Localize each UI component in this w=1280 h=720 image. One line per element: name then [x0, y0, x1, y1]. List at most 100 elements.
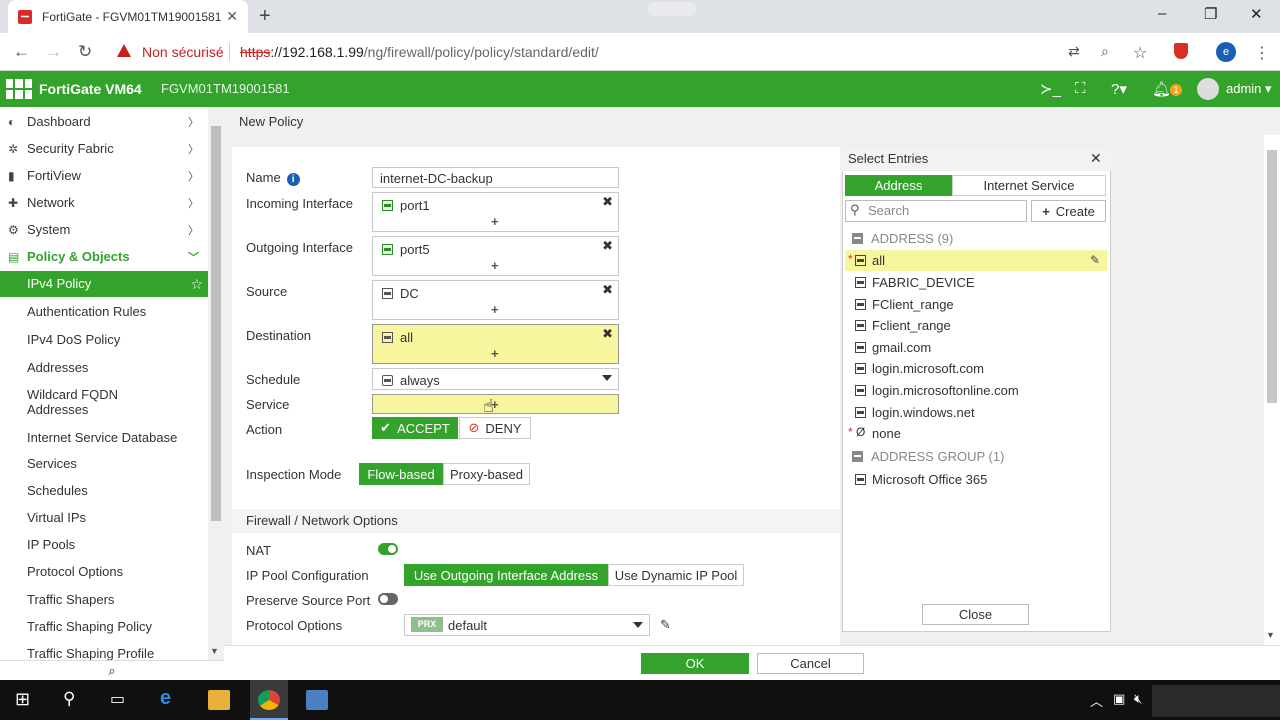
- sidebar-sub-addresses[interactable]: Addresses: [0, 360, 208, 375]
- add-entry-icon[interactable]: +: [491, 214, 499, 229]
- windows-start-icon[interactable]: ⊞: [15, 689, 30, 710]
- sidebar-sub-ipv4-policy[interactable]: IPv4 Policy ☆: [0, 271, 208, 297]
- user-avatar[interactable]: [1197, 78, 1219, 100]
- sidebar-sub-authentication-rules[interactable]: Authentication Rules: [0, 304, 208, 319]
- search-input[interactable]: Search: [845, 200, 1027, 222]
- tab-close-icon[interactable]: ✕: [226, 8, 238, 25]
- task-view-icon[interactable]: ▭: [110, 689, 125, 709]
- list-item[interactable]: login.microsoftonline.com: [845, 380, 1107, 401]
- zoom-icon[interactable]: ⌕: [1101, 43, 1109, 60]
- cancel-button[interactable]: Cancel: [757, 653, 864, 674]
- address-section-header[interactable]: ADDRESS (9): [845, 228, 1107, 249]
- admin-user-menu[interactable]: admin ▾: [1226, 81, 1272, 97]
- service-field[interactable]: +: [372, 394, 619, 414]
- sidebar-item-security-fabric[interactable]: ✲ Security Fabric 〉: [0, 135, 208, 162]
- new-tab-button[interactable]: +: [259, 5, 271, 28]
- list-item[interactable]: Microsoft Office 365: [845, 469, 1107, 490]
- browser-tab[interactable]: FortiGate - FGVM01TM19001581 ✕: [8, 0, 248, 33]
- sidebar-sub-ip-pools[interactable]: IP Pools: [0, 537, 208, 552]
- sidebar-sub-services[interactable]: Services: [0, 456, 208, 471]
- sidebar-sub-ipv4-dos-policy[interactable]: IPv4 DoS Policy: [0, 332, 208, 347]
- destination-field[interactable]: all ✖ +: [372, 324, 619, 364]
- address-group-section-header[interactable]: ADDRESS GROUP (1): [845, 446, 1107, 467]
- url-field[interactable]: https://192.168.1.99/ng/firewall/policy/…: [240, 44, 599, 60]
- sidebar-sub-traffic-shapers[interactable]: Traffic Shapers: [0, 592, 208, 607]
- translate-icon[interactable]: ⇄: [1068, 43, 1080, 60]
- help-icon[interactable]: ?▾: [1111, 80, 1127, 98]
- bookmark-star-icon[interactable]: ☆: [1133, 43, 1147, 63]
- source-field[interactable]: DC ✖ +: [372, 280, 619, 320]
- schedule-select[interactable]: always: [372, 368, 619, 390]
- sidebar-sub-traffic-shaping-policy[interactable]: Traffic Shaping Policy: [0, 619, 208, 634]
- ok-button[interactable]: OK: [641, 653, 749, 674]
- list-item[interactable]: FClient_range: [845, 294, 1107, 315]
- clock[interactable]: [1152, 685, 1280, 717]
- sidebar-sub-virtual-ips[interactable]: Virtual IPs: [0, 510, 208, 525]
- notifications-bell-icon[interactable]: 🔔︎: [1152, 80, 1171, 98]
- dropdown-arrow-icon[interactable]: [602, 375, 612, 381]
- flow-based-button[interactable]: Flow-based: [359, 463, 443, 485]
- forward-arrow-icon[interactable]: →: [45, 42, 62, 62]
- back-arrow-icon[interactable]: ←: [13, 42, 30, 62]
- nat-toggle[interactable]: [378, 543, 398, 555]
- sidebar-item-policy-objects[interactable]: ▤ Policy & Objects ﹀: [0, 243, 208, 270]
- close-button[interactable]: Close: [922, 604, 1029, 625]
- restore-button[interactable]: ❐: [1204, 5, 1217, 23]
- minimize-button[interactable]: –: [1158, 5, 1166, 22]
- list-item[interactable]: gmail.com: [845, 337, 1107, 358]
- profile-avatar[interactable]: e: [1216, 42, 1236, 62]
- fullscreen-icon[interactable]: ⛶: [1075, 80, 1086, 97]
- sidebar-sub-schedules[interactable]: Schedules: [0, 483, 208, 498]
- tray-overflow-icon[interactable]: ︿: [1090, 691, 1103, 710]
- taskbar-search-icon[interactable]: ⚲: [63, 689, 75, 709]
- volume-muted-icon[interactable]: 🔇︎: [1134, 691, 1142, 707]
- proxy-based-button[interactable]: Proxy-based: [443, 463, 530, 485]
- list-item[interactable]: Fclient_range: [845, 315, 1107, 336]
- chrome-icon[interactable]: [258, 690, 280, 710]
- list-item-none[interactable]: * Ønone: [845, 423, 1107, 444]
- close-icon[interactable]: ✕: [1090, 150, 1102, 167]
- sidebar-item-fortiview[interactable]: ▮ FortiView 〉: [0, 162, 208, 189]
- tab-address[interactable]: Address: [845, 175, 952, 196]
- favorite-star-icon[interactable]: ☆: [190, 271, 203, 297]
- sidebar-sub-wildcard-fqdn[interactable]: Wildcard FQDN Addresses: [0, 387, 140, 417]
- edit-pencil-icon[interactable]: ✎: [660, 617, 671, 633]
- browser-menu-icon[interactable]: ⋮: [1254, 43, 1270, 63]
- sidebar-sub-protocol-options[interactable]: Protocol Options: [0, 564, 208, 579]
- sidebar-item-network[interactable]: ✚ Network 〉: [0, 189, 208, 216]
- reload-icon[interactable]: ↻: [78, 42, 92, 62]
- internet-explorer-icon[interactable]: e: [160, 687, 171, 710]
- remove-entry-icon[interactable]: ✖: [602, 238, 613, 254]
- incoming-interface-field[interactable]: port1 ✖ +: [372, 192, 619, 232]
- add-entry-icon[interactable]: +: [491, 346, 499, 361]
- dropdown-arrow-icon[interactable]: [633, 622, 643, 628]
- sidebar-item-dashboard[interactable]: ◐ Dashboard 〉: [0, 108, 208, 135]
- remove-entry-icon[interactable]: ✖: [602, 326, 613, 342]
- main-scrollbar-thumb[interactable]: [1267, 150, 1277, 403]
- network-tray-icon[interactable]: ▣: [1113, 691, 1125, 707]
- accept-button[interactable]: ✔ ACCEPT: [372, 417, 458, 439]
- remove-entry-icon[interactable]: ✖: [602, 282, 613, 298]
- remote-desktop-icon[interactable]: [306, 690, 328, 710]
- preserve-source-port-toggle[interactable]: [378, 593, 398, 605]
- add-entry-icon[interactable]: +: [491, 302, 499, 317]
- file-explorer-icon[interactable]: [208, 690, 230, 710]
- cli-console-icon[interactable]: ≻_: [1040, 80, 1061, 98]
- sidebar-item-system[interactable]: ⚙ System 〉: [0, 216, 208, 243]
- list-item[interactable]: login.microsoft.com: [845, 358, 1107, 379]
- sidebar-sub-traffic-shaping-profile[interactable]: Traffic Shaping Profile: [0, 646, 208, 660]
- outgoing-interface-field[interactable]: port5 ✖ +: [372, 236, 619, 276]
- sidebar-search-icon[interactable]: ⌕: [0, 660, 224, 680]
- window-close-button[interactable]: ✕: [1250, 5, 1263, 23]
- extension-shield-icon[interactable]: [1174, 43, 1188, 59]
- info-icon[interactable]: i: [286, 173, 300, 186]
- sidebar-scroll-down-arrow-icon[interactable]: ▼: [210, 646, 219, 656]
- list-item[interactable]: login.windows.net: [845, 402, 1107, 423]
- list-item[interactable]: FABRIC_DEVICE: [845, 272, 1107, 293]
- remove-entry-icon[interactable]: ✖: [602, 194, 613, 210]
- add-entry-icon[interactable]: +: [491, 258, 499, 273]
- use-outgoing-interface-button[interactable]: Use Outgoing Interface Address: [404, 564, 608, 586]
- edit-pencil-icon[interactable]: ✎: [1090, 253, 1100, 267]
- use-dynamic-ip-pool-button[interactable]: Use Dynamic IP Pool: [608, 564, 744, 586]
- not-secure-label[interactable]: Non sécurisé: [142, 44, 224, 60]
